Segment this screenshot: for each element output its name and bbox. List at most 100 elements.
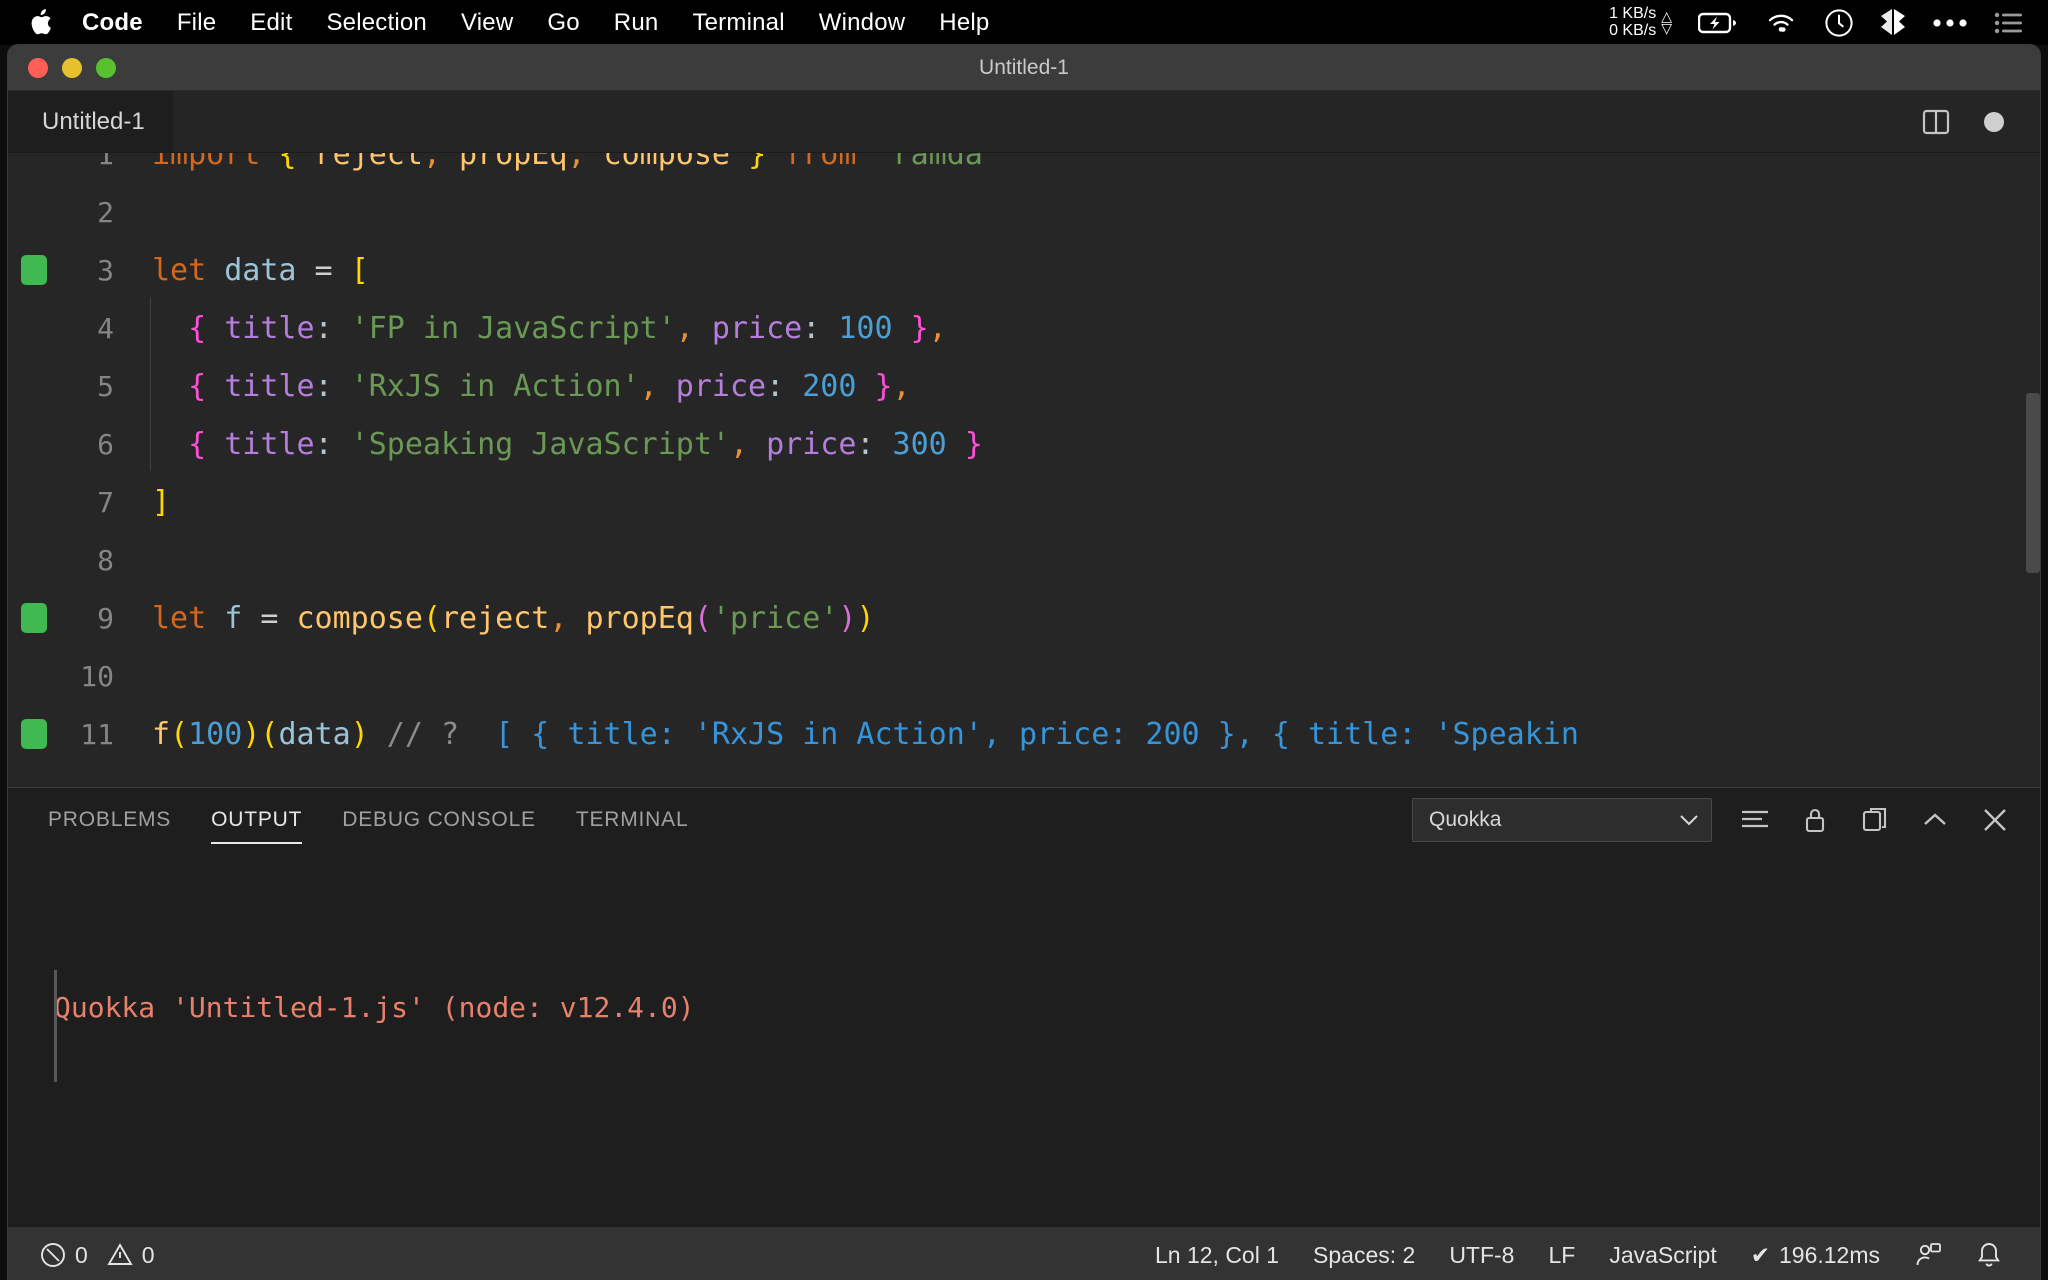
panel-tab-problems-label: PROBLEMS: [48, 808, 172, 831]
output-header-line: Quokka 'Untitled-1.js' (node: v12.4.0): [54, 980, 2040, 1036]
line-number-2: 2: [97, 195, 114, 229]
menu-item-run[interactable]: Run: [614, 9, 659, 37]
code-text-3: let data = [: [152, 252, 369, 288]
clock-icon[interactable]: [1824, 8, 1854, 38]
editor-scrollbar[interactable]: [2026, 393, 2040, 573]
gutter-marker-3: [8, 255, 60, 285]
code-line-10: 10: [8, 647, 2040, 705]
panel-tab-debug-console[interactable]: DEBUG CONSOLE: [342, 788, 536, 852]
indent-guide: [150, 296, 151, 355]
panel-tab-problems[interactable]: PROBLEMS: [48, 788, 171, 852]
panel-tab-debug-console-label: DEBUG CONSOLE: [342, 808, 536, 831]
panel-tab-terminal[interactable]: TERMINAL: [576, 788, 689, 852]
code-text-4: { title: 'FP in JavaScript', price: 100 …: [132, 296, 947, 355]
window-titlebar: Untitled-1: [8, 45, 2040, 91]
output-channel-select[interactable]: Quokka: [1412, 798, 1712, 842]
open-in-editor-icon[interactable]: [1858, 803, 1892, 837]
tab-label: Untitled-1: [42, 107, 145, 135]
menu-item-help[interactable]: Help: [939, 9, 989, 37]
line-number-8: 8: [97, 543, 114, 577]
macos-status-tray: 1 KB/s 0 KB/s △ ▽: [1609, 4, 2028, 40]
code-text-7: ]: [152, 484, 171, 520]
window-title: Untitled-1: [979, 55, 1069, 79]
code-text-6: { title: 'Speaking JavaScript', price: 3…: [132, 412, 983, 471]
code-line-6: 6 { title: 'Speaking JavaScript', price:…: [8, 412, 2040, 473]
code-text-1: import { reject, propEq, compose } from …: [152, 153, 1001, 172]
menu-item-selection[interactable]: Selection: [326, 9, 427, 37]
code-line-1: 1 import { reject, propEq, compose } fro…: [8, 153, 2040, 183]
battery-charging-icon[interactable]: [1698, 11, 1738, 35]
menu-item-terminal[interactable]: Terminal: [692, 9, 784, 37]
code-line-4: 4 { title: 'FP in JavaScript', price: 10…: [8, 296, 2040, 357]
output-file-name: 'Untitled-1.js': [172, 991, 425, 1024]
code-line-2: 2: [8, 183, 2040, 241]
code-text-9: let f = compose(reject, propEq('price')): [152, 600, 875, 636]
editor-tab-bar: Untitled-1: [8, 91, 2040, 153]
code-text-5: { title: 'RxJS in Action', price: 200 },: [132, 354, 911, 413]
output-channel-value: Quokka: [1429, 808, 1502, 831]
network-speed-indicator[interactable]: 1 KB/s 0 KB/s △ ▽: [1609, 4, 1672, 40]
panel-tab-output[interactable]: OUTPUT: [211, 788, 303, 852]
tab-untitled-1[interactable]: Untitled-1: [8, 91, 174, 152]
panel-tabs: PROBLEMS OUTPUT DEBUG CONSOLE TERMINAL: [48, 788, 688, 852]
network-down-value: 0 KB/s: [1609, 21, 1657, 39]
dropbox-icon[interactable]: [1880, 8, 1906, 38]
menu-item-file[interactable]: File: [177, 9, 216, 37]
quokka-live-marker-icon: [21, 255, 47, 285]
ellipsis-icon[interactable]: [1932, 17, 1968, 29]
code-line-9: 9 let f = compose(reject, propEq('price'…: [8, 589, 2040, 647]
close-panel-icon[interactable]: [1978, 803, 2012, 837]
code-editor[interactable]: 1 import { reject, propEq, compose } fro…: [8, 153, 2040, 787]
panel-header: PROBLEMS OUTPUT DEBUG CONSOLE TERMINAL Q…: [8, 788, 2040, 852]
network-arrows-icon: △ ▽: [1661, 7, 1672, 36]
chevron-down-icon: [1679, 808, 1699, 832]
control-center-icon[interactable]: [1994, 11, 2024, 35]
wifi-icon[interactable]: [1764, 11, 1798, 35]
menu-item-code[interactable]: Code: [82, 9, 143, 37]
bottom-panel: PROBLEMS OUTPUT DEBUG CONSOLE TERMINAL Q…: [8, 787, 2040, 1227]
clear-output-icon[interactable]: [1738, 803, 1772, 837]
code-line-7: 7 ]: [8, 473, 2040, 531]
line-number-11: 11: [80, 717, 114, 751]
line-number-7: 7: [97, 485, 114, 519]
lock-scroll-icon[interactable]: [1798, 803, 1832, 837]
line-number-4: 4: [97, 311, 114, 345]
apple-logo-icon[interactable]: [28, 7, 54, 39]
output-stack-indicator: [54, 970, 57, 1082]
menu-item-go[interactable]: Go: [547, 9, 579, 37]
panel-tab-output-label: OUTPUT: [211, 808, 303, 831]
maximize-panel-icon[interactable]: [1918, 803, 1952, 837]
macos-menu-bar: Code File Edit Selection View Go Run Ter…: [0, 0, 2048, 45]
output-node-version: (node: v12.4.0): [441, 991, 695, 1024]
output-blank-line: [54, 1148, 2040, 1204]
code-lines: 1 import { reject, propEq, compose } fro…: [8, 153, 2040, 763]
gutter-marker-9: [8, 603, 60, 633]
editor-actions: [1920, 91, 2040, 152]
output-quokka-name: Quokka: [54, 991, 156, 1024]
output-content[interactable]: Quokka 'Untitled-1.js' (node: v12.4.0) […: [8, 852, 2040, 1280]
indent-guide: [150, 412, 151, 471]
unsaved-indicator-icon[interactable]: [1984, 111, 2004, 132]
panel-tab-terminal-label: TERMINAL: [575, 808, 689, 831]
code-text-11: f(100)(data) // ? [ { title: 'RxJS in Ac…: [152, 716, 1579, 752]
quokka-live-marker-icon: [21, 603, 47, 633]
code-line-11: 11 f(100)(data) // ? [ { title: 'RxJS in…: [8, 705, 2040, 763]
code-line-5: 5 { title: 'RxJS in Action', price: 200 …: [8, 354, 2040, 415]
code-line-3: 3 let data = [: [8, 241, 2040, 299]
line-number-3: 3: [97, 253, 114, 287]
tab-bar-spacer: [173, 91, 1920, 152]
menu-item-view[interactable]: View: [461, 9, 513, 37]
menu-item-window[interactable]: Window: [819, 9, 906, 37]
menu-item-edit[interactable]: Edit: [250, 9, 292, 37]
macos-menu-items: Code File Edit Selection View Go Run Ter…: [82, 9, 989, 37]
network-up-value: 1 KB/s: [1609, 4, 1657, 22]
panel-actions: Quokka: [1412, 798, 2012, 842]
indent-guide: [150, 354, 151, 413]
gutter-marker-11: [8, 719, 60, 749]
code-line-8: 8: [8, 531, 2040, 589]
split-editor-icon[interactable]: [1920, 106, 1952, 138]
line-number-5: 5: [97, 369, 114, 403]
vscode-window: Untitled-1 Untitled-1 1 import { reject,…: [8, 45, 2040, 1280]
line-number-10: 10: [80, 659, 114, 693]
line-number-6: 6: [97, 427, 114, 461]
